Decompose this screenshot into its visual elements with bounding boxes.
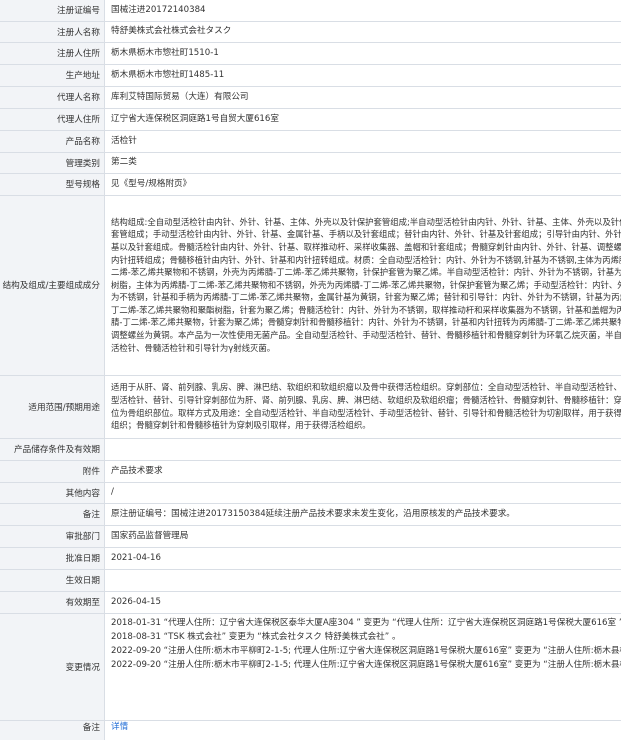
value-footer-remark: 详情 xyxy=(104,720,621,740)
value-changes: 2018-01-31 “代理人住所：辽宁省大连保税区泰华大厦A座304 ” 变更… xyxy=(104,613,621,721)
row-management-class: 管理类别 第二类 xyxy=(0,152,621,174)
row-registrant-address: 注册人住所 栃木県栃木市惣社町1510-1 xyxy=(0,42,621,65)
change-entry: 2022-09-20 “注册人住所:栃木市平柳町2-1-5; 代理人住所:辽宁省… xyxy=(111,659,621,670)
value-agent-address: 辽宁省大连保税区洞庭路1号自贸大厦616室 xyxy=(104,108,621,131)
label-approval-dept: 审批部门 xyxy=(0,525,105,548)
label-footer-remark: 备注 xyxy=(0,720,105,740)
label-other: 其他内容 xyxy=(0,482,105,504)
row-structure-composition: 结构及组成/主要组成成分 结构组成:全自动型活检针由内针、外针、针基、主体、外壳… xyxy=(0,195,621,376)
value-management-class: 第二类 xyxy=(104,152,621,174)
registration-detail: 注册证编号 国械注进20172140384 注册人名称 特舒美株式会社株式会社タ… xyxy=(0,0,621,740)
row-attachment: 附件 产品技术要求 xyxy=(0,460,621,483)
label-effective-date: 生效日期 xyxy=(0,569,105,592)
label-registrant-name: 注册人名称 xyxy=(0,21,105,43)
intended-use-text: 适用于从肝、肾、前列腺、乳房、脾、淋巴结、软组织和软组织瘤以及骨中获得活检组织。… xyxy=(111,382,621,431)
label-agent-address: 代理人住所 xyxy=(0,108,105,131)
value-production-address: 栃木県栃木市惣社町1485-11 xyxy=(104,64,621,87)
label-agent-name: 代理人名称 xyxy=(0,86,105,109)
value-valid-until: 2026-04-15 xyxy=(104,591,621,614)
row-remark: 备注 原注册证编号：国械注进20173150384延续注册产品技术要求未发生变化… xyxy=(0,503,621,526)
row-intended-use: 适用范围/预期用途 适用于从肝、肾、前列腺、乳房、脾、淋巴结、软组织和软组织瘤以… xyxy=(0,375,621,439)
value-remark: 原注册证编号：国械注进20173150384延续注册产品技术要求未发生变化，沿用… xyxy=(104,503,621,526)
label-product-name: 产品名称 xyxy=(0,130,105,153)
label-remark: 备注 xyxy=(0,503,105,526)
value-model-spec: 见《型号/规格附页》 xyxy=(104,173,621,196)
value-approval-date: 2021-04-16 xyxy=(104,547,621,570)
value-intended-use: 适用于从肝、肾、前列腺、乳房、脾、淋巴结、软组织和软组织瘤以及骨中获得活检组织。… xyxy=(104,375,621,439)
label-valid-until: 有效期至 xyxy=(0,591,105,614)
structure-text: 结构组成:全自动型活检针由内针、外针、针基、主体、外壳以及针保护套管组成;半自动… xyxy=(111,216,621,353)
row-reg-no: 注册证编号 国械注进20172140384 xyxy=(0,0,621,22)
value-attachment: 产品技术要求 xyxy=(104,460,621,483)
row-agent-name: 代理人名称 库利艾特国际贸易（大连）有限公司 xyxy=(0,86,621,109)
label-production-address: 生产地址 xyxy=(0,64,105,87)
row-footer-remark: 备注 详情 xyxy=(0,720,621,740)
value-structure-composition: 结构组成:全自动型活检针由内针、外针、针基、主体、外壳以及针保护套管组成;半自动… xyxy=(104,195,621,376)
label-changes: 变更情况 xyxy=(0,613,105,721)
row-effective-date: 生效日期 xyxy=(0,569,621,592)
label-structure-composition: 结构及组成/主要组成成分 xyxy=(0,195,105,376)
change-entry: 2018-08-31 “TSK 株式会社” 变更为 “株式会社タスク 特舒美株式… xyxy=(111,631,401,642)
row-other: 其他内容 / xyxy=(0,482,621,504)
label-storage: 产品储存条件及有效期 xyxy=(0,438,105,461)
row-approval-date: 批准日期 2021-04-16 xyxy=(0,547,621,570)
label-model-spec: 型号规格 xyxy=(0,173,105,196)
detail-table: 注册证编号 国械注进20172140384 注册人名称 特舒美株式会社株式会社タ… xyxy=(0,0,621,740)
value-product-name: 活检针 xyxy=(104,130,621,153)
row-valid-until: 有效期至 2026-04-15 xyxy=(0,591,621,614)
row-registrant-name: 注册人名称 特舒美株式会社株式会社タスク xyxy=(0,21,621,43)
value-storage xyxy=(104,438,621,461)
row-product-name: 产品名称 活检针 xyxy=(0,130,621,153)
label-intended-use: 适用范围/预期用途 xyxy=(0,375,105,439)
label-management-class: 管理类别 xyxy=(0,152,105,174)
row-agent-address: 代理人住所 辽宁省大连保税区洞庭路1号自贸大厦616室 xyxy=(0,108,621,131)
row-production-address: 生产地址 栃木県栃木市惣社町1485-11 xyxy=(0,64,621,87)
value-effective-date xyxy=(104,569,621,592)
detail-link[interactable]: 详情 xyxy=(111,722,128,732)
remark-text: 原注册证编号：国械注进20173150384延续注册产品技术要求未发生变化，沿用… xyxy=(111,508,515,519)
value-other: / xyxy=(104,482,621,504)
row-changes: 变更情况 2018-01-31 “代理人住所：辽宁省大连保税区泰华大厦A座304… xyxy=(0,613,621,721)
value-registrant-name: 特舒美株式会社株式会社タスク xyxy=(104,21,621,43)
label-registrant-address: 注册人住所 xyxy=(0,42,105,65)
change-entry: 2022-09-20 “注册人住所:栃木市平柳町2-1-5; 代理人住所:辽宁省… xyxy=(111,645,621,656)
label-reg-no: 注册证编号 xyxy=(0,0,105,22)
label-approval-date: 批准日期 xyxy=(0,547,105,570)
value-reg-no: 国械注进20172140384 xyxy=(104,0,621,22)
row-approval-dept: 审批部门 国家药品监督管理局 xyxy=(0,525,621,548)
value-agent-name: 库利艾特国际贸易（大连）有限公司 xyxy=(104,86,621,109)
label-attachment: 附件 xyxy=(0,460,105,483)
row-model-spec: 型号规格 见《型号/规格附页》 xyxy=(0,173,621,196)
value-approval-dept: 国家药品监督管理局 xyxy=(104,525,621,548)
value-registrant-address: 栃木県栃木市惣社町1510-1 xyxy=(104,42,621,65)
change-entry: 2018-01-31 “代理人住所：辽宁省大连保税区泰华大厦A座304 ” 变更… xyxy=(111,617,621,628)
row-storage: 产品储存条件及有效期 xyxy=(0,438,621,461)
